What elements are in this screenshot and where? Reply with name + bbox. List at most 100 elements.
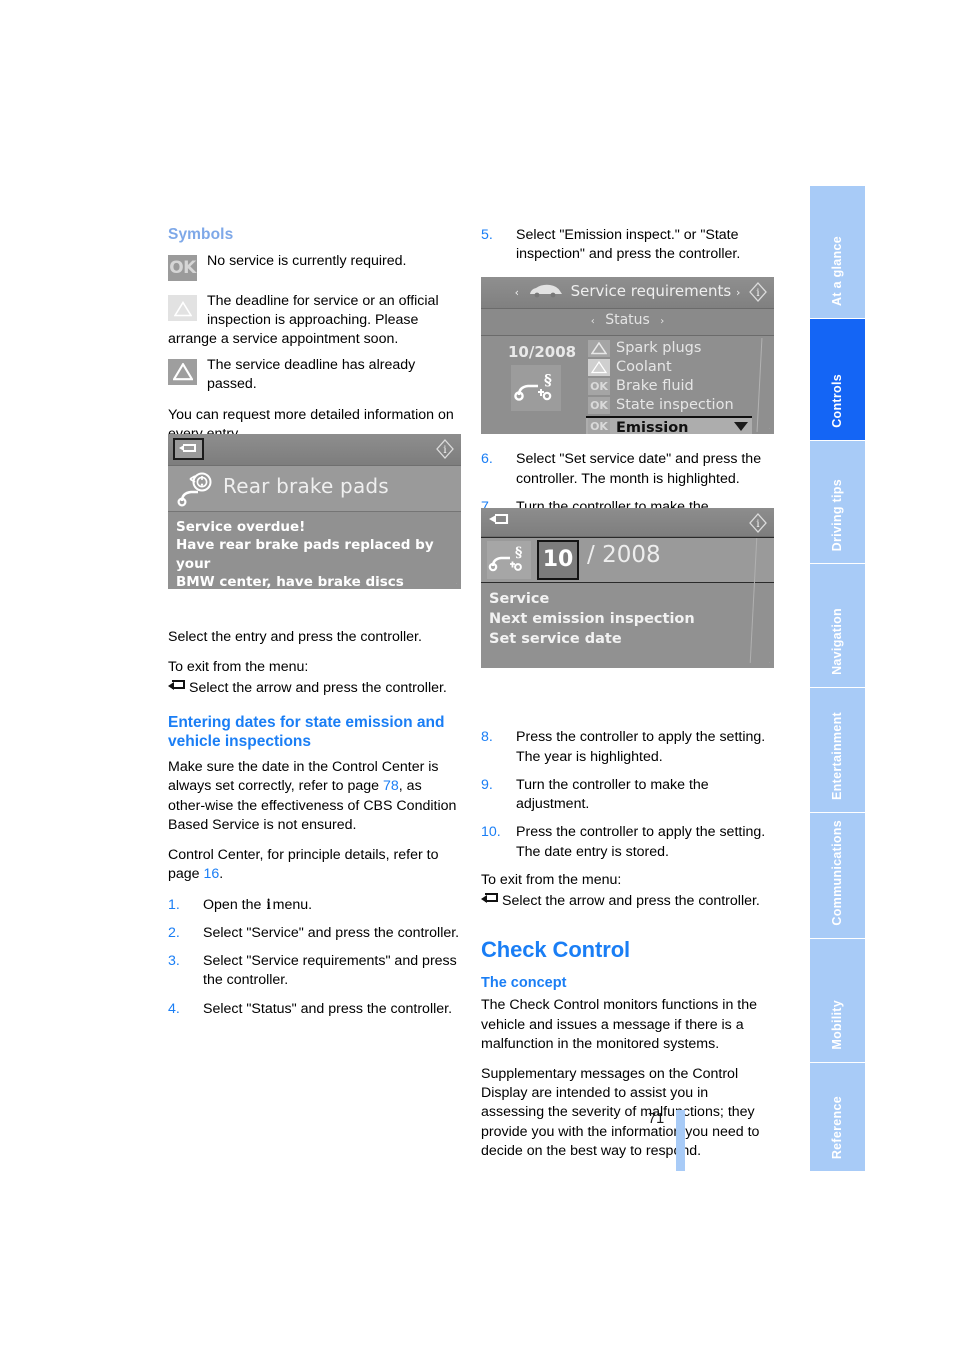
left-steps-list: 1. Open the i menu. 2. Select "Service" and…	[168, 896, 461, 1019]
shot2-list-item-brake-fluid[interactable]: OK Brake fluid	[586, 377, 752, 396]
car-icon	[529, 284, 562, 298]
sidebar-tab-label-1: Controls	[829, 374, 844, 428]
shot2-item-label-3: State inspection	[616, 397, 734, 413]
shot1-message-line-2: Have rear brake pads replaced by your	[176, 537, 434, 572]
step-5: 5. Select "Emission inspect." or "State i…	[481, 226, 774, 264]
shot2-item-label-1: Coolant	[616, 359, 672, 375]
shot2-status-bar: ‹ Status ›	[481, 309, 774, 336]
concept-paragraph-1: The Check Control monitors functions in …	[481, 997, 757, 1052]
shot3-year-field[interactable]: / 2008	[587, 542, 661, 568]
shot3-menu-item-next-emission-inspection[interactable]: Next emission inspection	[489, 610, 774, 630]
step-2-text: Select "Service" and press the controlle…	[203, 924, 460, 941]
step-9: 9. Turn the controller to make the adjust…	[481, 776, 774, 814]
shot2-content: 10/2008 § Spark plugs Coolant OK Brake f…	[481, 336, 774, 434]
step-8: 8. Press the controller to apply the sett…	[481, 728, 774, 766]
exit-menu-label-left: To exit from the menu:	[168, 658, 309, 675]
sidebar-tab-label-0: At a glance	[829, 236, 844, 306]
chapter-heading: Check Control	[481, 937, 631, 963]
shot1-message-line-3: BMW center, have brake discs checked	[176, 574, 404, 589]
ok-badge-icon: OK	[168, 255, 197, 281]
after-screenshot-paragraph: Select the entry and press the controlle…	[168, 628, 422, 645]
info-button-shot2[interactable]: i	[748, 282, 768, 302]
sidebar-tab-label-7: Reference	[829, 1095, 844, 1159]
shot2-list-item-spark-plugs[interactable]: Spark plugs	[586, 339, 752, 358]
step-6: 6. Select "Set service date" and press th…	[481, 450, 774, 488]
ok-badge-icon-small-1: OK	[588, 397, 610, 414]
shot3-month-field[interactable]: 10	[537, 540, 579, 580]
shot3-top-bar: i	[481, 508, 774, 537]
shot2-breadcrumb: ‹ Service requirements ›	[481, 282, 774, 300]
info-button[interactable]: i	[435, 439, 455, 459]
sidebar-tab-at-a-glance[interactable]: At a glance	[810, 186, 865, 318]
shot1-message-area: Service overdue! Have rear brake pads re…	[168, 512, 461, 589]
service-inspection-icon-shot3: §	[487, 541, 531, 579]
shot2-item-label-4: Emission inspect.	[616, 420, 689, 434]
shot2-status-label: Status	[605, 312, 650, 328]
sidebar-tab-communications[interactable]: Communications	[810, 813, 865, 938]
svg-text:i: i	[756, 288, 759, 299]
step-5-number: 5.	[481, 227, 493, 243]
shot3-menu-list: Service Next emission inspection Set ser…	[481, 583, 774, 668]
sidebar-tab-label-4: Entertainment	[829, 712, 844, 800]
sidebar-tab-navigation[interactable]: Navigation	[810, 564, 865, 687]
sidebar-tab-controls[interactable]: Controls	[810, 319, 865, 440]
step-8-number: 8.	[481, 729, 493, 746]
shot1-message-line-1: Service overdue!	[176, 519, 306, 535]
step-3-text: Select "Service requirements" and press …	[203, 953, 457, 989]
step-1: 1. Open the i menu.	[168, 896, 461, 915]
step-1-text-before: Open the	[203, 896, 266, 913]
step-3: 3. Select "Service requirements" and pres…	[168, 952, 461, 990]
step-1-text-after: menu.	[272, 896, 313, 913]
shot3-menu-item-service[interactable]: Service	[489, 590, 774, 610]
exit-menu-action-left: Select the arrow and press the controlle…	[168, 679, 461, 698]
step-2-number: 2.	[168, 924, 180, 941]
shot2-item-list: Spark plugs Coolant OK Brake fluid OK St…	[586, 339, 752, 434]
concept-paragraph-2: Supplementary messages on the Control Di…	[481, 1065, 760, 1159]
sidebar-tab-mobility[interactable]: Mobility	[810, 939, 865, 1062]
warning-triangle-light-icon	[168, 295, 197, 321]
step-6-number: 6.	[481, 451, 493, 468]
step-4-text: Select "Status" and press the controller…	[203, 1000, 453, 1017]
sidebar-tab-label-6: Mobility	[829, 1000, 844, 1050]
shot2-scroll-hint	[756, 338, 763, 432]
back-arrow-icon-right	[481, 893, 499, 906]
svg-text:§: §	[515, 545, 522, 561]
page-ref-16[interactable]: 16	[204, 866, 220, 882]
shot2-left-arrow-icon[interactable]: ‹	[515, 286, 519, 299]
idrive-set-service-date-screen: i § 10 / 2008 Service Next emission insp…	[481, 508, 774, 668]
back-arrow-button-shot3[interactable]	[489, 513, 509, 527]
exit-menu-action-right-text: Select the arrow and press the controlle…	[502, 893, 760, 910]
symbol-warning-text-cont: arrange a service appointment soon.	[168, 331, 399, 348]
sidebar-tab-driving-tips[interactable]: Driving tips	[810, 441, 865, 563]
step-3-number: 3.	[168, 953, 180, 970]
symbol-overdue-text: The service deadline has already passed.	[207, 356, 416, 392]
shot2-list-item-coolant[interactable]: Coolant	[586, 358, 752, 377]
service-inspection-icon: §	[511, 365, 561, 411]
shot2-status-left-arrow-icon[interactable]: ‹	[591, 316, 595, 327]
symbol-row-ok: OK No service is currently required.	[168, 252, 461, 286]
warning-triangle-light-icon-small	[588, 359, 610, 376]
svg-text:§: §	[544, 371, 552, 389]
shot2-list-item-state-inspection[interactable]: OK State inspection	[586, 396, 752, 415]
shot2-list-item-emission-inspect[interactable]: OK Emission inspect.	[586, 416, 752, 434]
shot2-breadcrumb-title: Service requirements	[570, 282, 732, 300]
shot3-menu-item-set-service-date[interactable]: Set service date	[489, 630, 774, 650]
sidebar-tab-label-2: Driving tips	[829, 478, 844, 551]
back-arrow-button[interactable]	[173, 438, 204, 460]
exit-menu-label-right: To exit from the menu:	[481, 871, 622, 888]
shot1-edge-caption: .	[455, 583, 460, 585]
shot2-right-arrow-icon[interactable]: ›	[736, 286, 740, 299]
sidebar-tab-entertainment[interactable]: Entertainment	[810, 688, 865, 812]
page-ref-78[interactable]: 78	[383, 778, 399, 794]
sidebar-tab-label-5: Communications	[829, 820, 844, 926]
sidebar-tab-reference[interactable]: Reference	[810, 1063, 865, 1171]
entering-dates-heading: Entering dates for state emission and ve…	[168, 714, 445, 751]
shot1-entry-label: Rear brake pads	[223, 474, 389, 498]
chapter-tab-rail: At a glance Controls Driving tips Naviga…	[810, 186, 865, 1171]
chevron-down-icon[interactable]	[734, 422, 748, 431]
step-9-text: Turn the controller to make the adjustme…	[516, 776, 709, 813]
info-button-shot3[interactable]: i	[748, 513, 768, 533]
shot2-breadcrumb-bar: ‹ Service requirements › i	[481, 277, 774, 309]
shot2-item-label-0: Spark plugs	[616, 340, 702, 356]
shot2-status-right-arrow-icon[interactable]: ›	[660, 316, 664, 327]
